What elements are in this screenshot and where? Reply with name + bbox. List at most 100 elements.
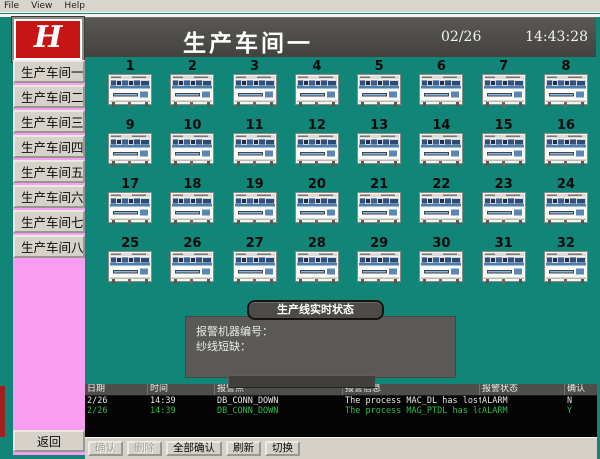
brand-logo-icon: H xyxy=(12,17,84,62)
machine-number: 26 xyxy=(183,237,201,251)
sidebar-workshop-button[interactable]: 生产车间八 xyxy=(13,235,85,258)
machine-cell[interactable]: 2 xyxy=(161,58,223,117)
knitting-machine-icon xyxy=(233,133,277,167)
machine-cell[interactable]: 22 xyxy=(410,176,472,235)
machine-cell[interactable]: 21 xyxy=(348,176,410,235)
machine-cell[interactable]: 8 xyxy=(535,58,597,117)
machine-cell[interactable]: 31 xyxy=(473,235,535,294)
machine-cell[interactable]: 14 xyxy=(410,117,472,176)
machine-cell[interactable]: 9 xyxy=(99,117,161,176)
machine-cell[interactable]: 6 xyxy=(410,58,472,117)
machine-cell[interactable]: 19 xyxy=(224,176,286,235)
knitting-machine-icon xyxy=(419,74,463,108)
title-bar: 生产车间一 02/26 14:43:28 xyxy=(85,17,596,57)
date-display: 02/26 xyxy=(441,29,481,45)
machine-cell[interactable]: 27 xyxy=(224,235,286,294)
column-header-date: 日期 xyxy=(85,384,148,395)
machine-number: 15 xyxy=(495,119,513,133)
machine-cell[interactable]: 32 xyxy=(535,235,597,294)
menu-item[interactable]: Help xyxy=(64,1,85,11)
back-button[interactable]: 返回 xyxy=(13,430,85,452)
toolbar-button[interactable]: 切换 xyxy=(265,441,300,456)
machine-number: 2 xyxy=(188,60,197,74)
menu-item[interactable]: View xyxy=(31,1,52,11)
alarm-row[interactable]: 2/26 14:39 DB_CONN_DOWN The process MAC_… xyxy=(85,396,597,406)
app-window: File View Help 生产车间一 02/26 14:43:28 H 生产车间… xyxy=(0,0,600,459)
machine-number: 32 xyxy=(557,237,575,251)
knitting-machine-icon xyxy=(233,251,277,285)
sidebar-workshop-button[interactable]: 生产车间一 xyxy=(13,60,85,83)
knitting-machine-icon xyxy=(108,192,152,226)
alarm-date: 2/26 xyxy=(87,406,147,416)
machine-number: 19 xyxy=(246,178,264,192)
machine-cell[interactable]: 30 xyxy=(410,235,472,294)
machine-cell[interactable]: 24 xyxy=(535,176,597,235)
machine-number: 18 xyxy=(183,178,201,192)
knitting-machine-icon xyxy=(419,251,463,285)
machine-cell[interactable]: 20 xyxy=(286,176,348,235)
menu-item[interactable]: File xyxy=(4,1,19,11)
machine-cell[interactable]: 15 xyxy=(473,117,535,176)
machine-cell[interactable]: 13 xyxy=(348,117,410,176)
machine-cell[interactable]: 1 xyxy=(99,58,161,117)
machine-cell[interactable]: 4 xyxy=(286,58,348,117)
machine-cell[interactable]: 17 xyxy=(99,176,161,235)
toolbar-button[interactable]: 删除 xyxy=(127,441,162,456)
toolbar-button[interactable]: 全部确认 xyxy=(166,441,222,456)
alarm-rows: 2/26 14:39 DB_CONN_DOWN The process MAC_… xyxy=(85,396,597,416)
machine-cell[interactable]: 7 xyxy=(473,58,535,117)
sidebar-workshop-button[interactable]: 生产车间三 xyxy=(13,110,85,133)
machine-number: 22 xyxy=(432,178,450,192)
machine-number: 21 xyxy=(370,178,388,192)
sidebar-workshop-button[interactable]: 生产车间四 xyxy=(13,135,85,158)
sidebar-workshop-button[interactable]: 生产车间五 xyxy=(13,160,85,183)
machine-number: 8 xyxy=(561,60,570,74)
workshop-sidebar: 生产车间一生产车间二生产车间三生产车间四生产车间五生产车间六生产车间七生产车间八… xyxy=(13,60,85,455)
column-header-time: 时间 xyxy=(148,384,215,395)
knitting-machine-icon xyxy=(544,74,588,108)
sidebar-workshop-button[interactable]: 生产车间六 xyxy=(13,185,85,208)
machine-number: 7 xyxy=(499,60,508,74)
machine-number: 10 xyxy=(183,119,201,133)
machine-cell[interactable]: 16 xyxy=(535,117,597,176)
machine-cell[interactable]: 28 xyxy=(286,235,348,294)
machine-number: 9 xyxy=(126,119,135,133)
toolbar-button[interactable]: 刷新 xyxy=(226,441,261,456)
knitting-machine-icon xyxy=(544,133,588,167)
column-header-status: 报警状态 xyxy=(480,384,565,395)
machine-cell[interactable]: 29 xyxy=(348,235,410,294)
alarm-toolbar: 确认 删除 全部确认 刷新 切换 xyxy=(85,437,597,459)
sidebar-workshop-button[interactable]: 生产车间二 xyxy=(13,85,85,108)
machine-cell[interactable]: 23 xyxy=(473,176,535,235)
column-header-ack: 确认 xyxy=(565,384,597,395)
alarm-row[interactable]: 2/26 14:39 DB_CONN_DOWN The process MAG_… xyxy=(85,406,597,416)
machine-cell[interactable]: 18 xyxy=(161,176,223,235)
knitting-machine-icon xyxy=(108,133,152,167)
alarm-ack: Y xyxy=(567,406,595,416)
alarm-point: DB_CONN_DOWN xyxy=(217,396,342,406)
knitting-machine-icon xyxy=(295,192,339,226)
toolbar-button[interactable]: 确认 xyxy=(88,441,123,456)
machine-cell[interactable]: 12 xyxy=(286,117,348,176)
machine-cell[interactable]: 26 xyxy=(161,235,223,294)
knitting-machine-icon xyxy=(357,192,401,226)
machine-number: 28 xyxy=(308,237,326,251)
machine-cell[interactable]: 25 xyxy=(99,235,161,294)
machine-cell[interactable]: 5 xyxy=(348,58,410,117)
knitting-machine-icon xyxy=(295,133,339,167)
machine-grid: 1 xyxy=(99,58,597,294)
machine-cell[interactable]: 10 xyxy=(161,117,223,176)
sidebar-workshop-button[interactable]: 生产车间七 xyxy=(13,210,85,233)
knitting-machine-icon xyxy=(170,133,214,167)
machine-number: 23 xyxy=(495,178,513,192)
status-tab-title: 生产线实时状态 xyxy=(247,300,384,320)
machine-number: 1 xyxy=(126,60,135,74)
machine-cell[interactable]: 3 xyxy=(224,58,286,117)
machine-cell[interactable]: 11 xyxy=(224,117,286,176)
knitting-machine-icon xyxy=(295,251,339,285)
machine-number: 24 xyxy=(557,178,575,192)
yarn-shortage-label: 纱线短缺： xyxy=(196,339,455,354)
machine-number: 20 xyxy=(308,178,326,192)
knitting-machine-icon xyxy=(419,192,463,226)
logo-glyph: H xyxy=(34,23,62,53)
